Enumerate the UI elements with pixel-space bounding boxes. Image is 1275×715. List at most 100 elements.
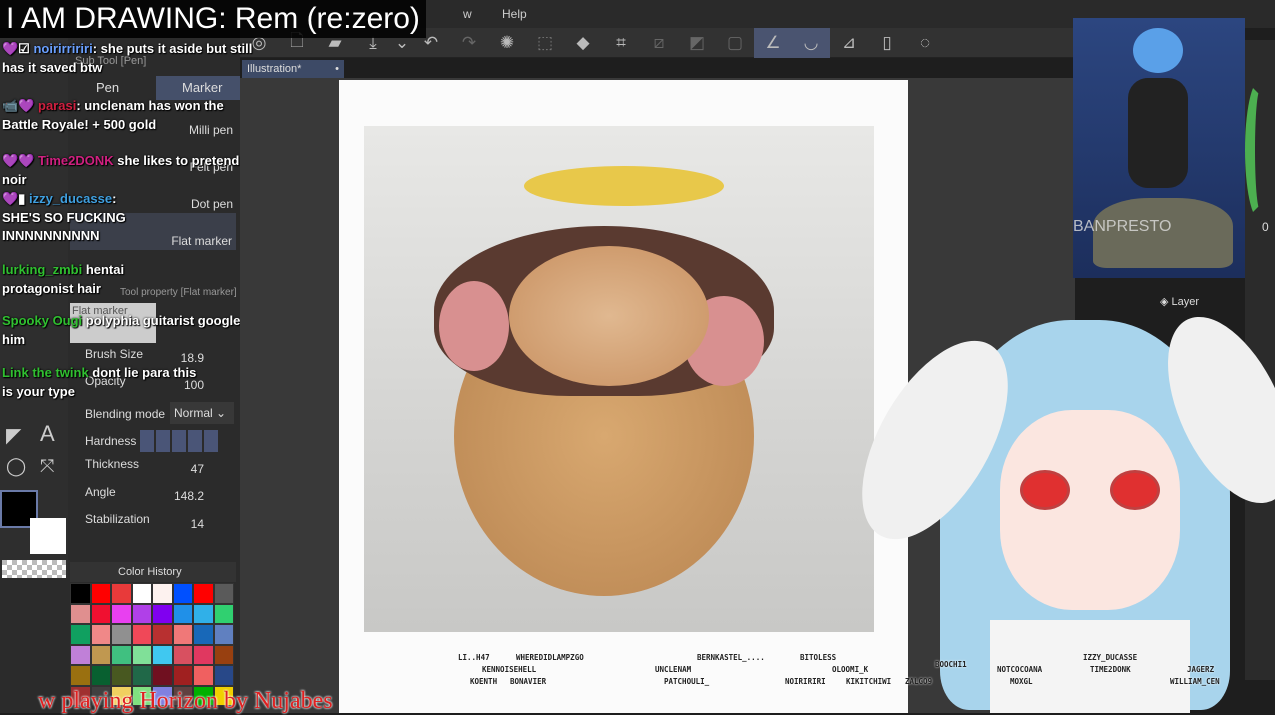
- vtuber-avatar: [832, 290, 1275, 713]
- hardness-slider[interactable]: [140, 430, 218, 452]
- stream-title: I AM DRAWING: Rem (re:zero): [0, 0, 426, 38]
- viewer-name: TIME2DONK: [1090, 665, 1131, 674]
- color-history-swatch[interactable]: [152, 624, 173, 645]
- ruler-icon[interactable]: ∠: [754, 27, 792, 58]
- color-history-swatch[interactable]: [172, 624, 193, 645]
- transform-icon[interactable]: ⌗: [602, 28, 640, 58]
- color-history-swatch[interactable]: [152, 583, 173, 604]
- stream-title-text: I AM DRAWING: Rem (re:zero): [6, 2, 420, 35]
- reference-photo-bunny: [364, 126, 874, 632]
- selection-border-icon[interactable]: ▢: [716, 28, 754, 58]
- color-history-swatch[interactable]: [152, 665, 173, 686]
- document-tab[interactable]: Illustration* •: [242, 60, 344, 78]
- comment-icon[interactable]: ◌: [906, 28, 944, 58]
- viewer-name: OLOOMI_K: [832, 665, 869, 674]
- chat-message: lurking_zmbi hentai protagonist hair: [2, 261, 192, 298]
- color-history-swatch[interactable]: [213, 644, 234, 665]
- color-history-swatch[interactable]: [193, 665, 214, 686]
- angle-value[interactable]: 148.2: [144, 489, 204, 503]
- color-history-swatch[interactable]: [90, 644, 111, 665]
- gradient-tool-icon[interactable]: ◤: [6, 423, 21, 448]
- menu-help[interactable]: Help: [502, 7, 527, 21]
- transparent-color-swatch[interactable]: [2, 560, 66, 578]
- color-history-swatch[interactable]: [172, 583, 193, 604]
- color-history-swatch[interactable]: [111, 644, 132, 665]
- color-history-swatch[interactable]: [193, 624, 214, 645]
- chat-text: unclenam has won the Battle Royale! + 50…: [2, 98, 224, 132]
- color-history-swatch[interactable]: [90, 583, 111, 604]
- color-history-swatch[interactable]: [213, 583, 234, 604]
- color-history-swatch[interactable]: [90, 665, 111, 686]
- color-history-swatch[interactable]: [172, 644, 193, 665]
- balloon-tool-icon[interactable]: ◯: [6, 456, 26, 477]
- color-history-swatch[interactable]: [70, 583, 91, 604]
- color-history-swatch[interactable]: [111, 583, 132, 604]
- color-history-swatch[interactable]: [193, 603, 214, 624]
- viewer-name: BOOCHI1: [935, 660, 967, 669]
- select-icon[interactable]: ⬚: [526, 28, 564, 58]
- hardness-label: Hardness: [85, 434, 137, 448]
- color-history-swatch[interactable]: [111, 665, 132, 686]
- color-history-swatch[interactable]: [70, 665, 91, 686]
- viewer-name: BERNKASTEL_....: [697, 653, 765, 662]
- brush-dot-pen[interactable]: Dot pen: [150, 197, 233, 211]
- chat-username: noirirririri: [33, 41, 93, 56]
- tab-marker-label: Marker: [182, 80, 223, 95]
- viewer-name: BONAVIER: [510, 677, 547, 686]
- device-icon[interactable]: ▯: [868, 28, 906, 58]
- blending-mode-select[interactable]: Normal ⌄: [170, 402, 234, 424]
- color-history-swatch[interactable]: [111, 603, 132, 624]
- color-history-swatch[interactable]: [131, 603, 152, 624]
- color-history-tab[interactable]: Color History: [70, 562, 236, 582]
- correct-line-icon[interactable]: ⤧: [40, 456, 54, 477]
- color-history-swatch[interactable]: [213, 624, 234, 645]
- sub-color-swatch[interactable]: [30, 518, 66, 554]
- blending-mode-value: Normal: [174, 406, 213, 420]
- viewer-name: ZALGO9: [905, 677, 933, 686]
- brush-size-label: Brush Size: [85, 347, 144, 361]
- chat-message: 💜▮ izzy_ducasse: SHE'S SO FUCKING INNNNN…: [2, 191, 126, 244]
- color-history-swatch[interactable]: [131, 644, 152, 665]
- color-history-swatch[interactable]: [213, 665, 234, 686]
- viewer-name: NOIRIRIRI: [785, 677, 826, 686]
- viewer-name: KIKITCHIWI: [846, 677, 892, 686]
- color-history-title: Color History: [118, 566, 182, 578]
- thickness-value[interactable]: 47: [144, 462, 204, 476]
- color-history-swatch[interactable]: [172, 665, 193, 686]
- color-history-swatch[interactable]: [90, 603, 111, 624]
- color-history-swatch[interactable]: [111, 624, 132, 645]
- color-history-swatch[interactable]: [70, 603, 91, 624]
- brush-size-value[interactable]: 18.9: [144, 351, 204, 365]
- color-history-swatch[interactable]: [70, 644, 91, 665]
- stabilization-value[interactable]: 14: [144, 517, 204, 531]
- redo-icon[interactable]: ↷: [450, 28, 488, 58]
- color-history-swatch[interactable]: [213, 603, 234, 624]
- color-history-swatch[interactable]: [70, 624, 91, 645]
- chat-text: SHE'S SO FUCKING INNNNNNNNNN: [2, 209, 126, 244]
- color-history-swatch[interactable]: [131, 665, 152, 686]
- color-wheel[interactable]: [1245, 80, 1275, 220]
- color-history-swatch[interactable]: [152, 603, 173, 624]
- loading-icon[interactable]: ✺: [488, 28, 526, 58]
- color-history-swatch[interactable]: [152, 644, 173, 665]
- ruler-edit-icon[interactable]: ⊿: [830, 28, 868, 58]
- tab-pen-label: Pen: [96, 80, 120, 95]
- color-history-swatch[interactable]: [131, 583, 152, 604]
- color-history-swatch[interactable]: [172, 603, 193, 624]
- invert-selection-icon[interactable]: ◩: [678, 28, 716, 58]
- chat-username: parasi: [38, 98, 77, 113]
- viewer-name: NOTCOCOANA: [997, 665, 1043, 674]
- viewer-name: BITOLESS: [800, 653, 837, 662]
- color-history-swatch[interactable]: [193, 583, 214, 604]
- menu-window[interactable]: w: [463, 7, 472, 21]
- color-history-swatch[interactable]: [193, 644, 214, 665]
- ruler-curve-icon[interactable]: ◡: [792, 27, 830, 58]
- color-value: 0: [1262, 220, 1269, 234]
- deselect-icon[interactable]: ⧄: [640, 28, 678, 58]
- viewer-name: KENNOISEHELL: [482, 665, 537, 674]
- fill-icon[interactable]: ◆: [564, 28, 602, 58]
- color-history-swatch[interactable]: [131, 624, 152, 645]
- text-tool-icon[interactable]: A: [40, 421, 55, 447]
- viewer-name: LI..H47: [458, 653, 490, 662]
- color-history-swatch[interactable]: [90, 624, 111, 645]
